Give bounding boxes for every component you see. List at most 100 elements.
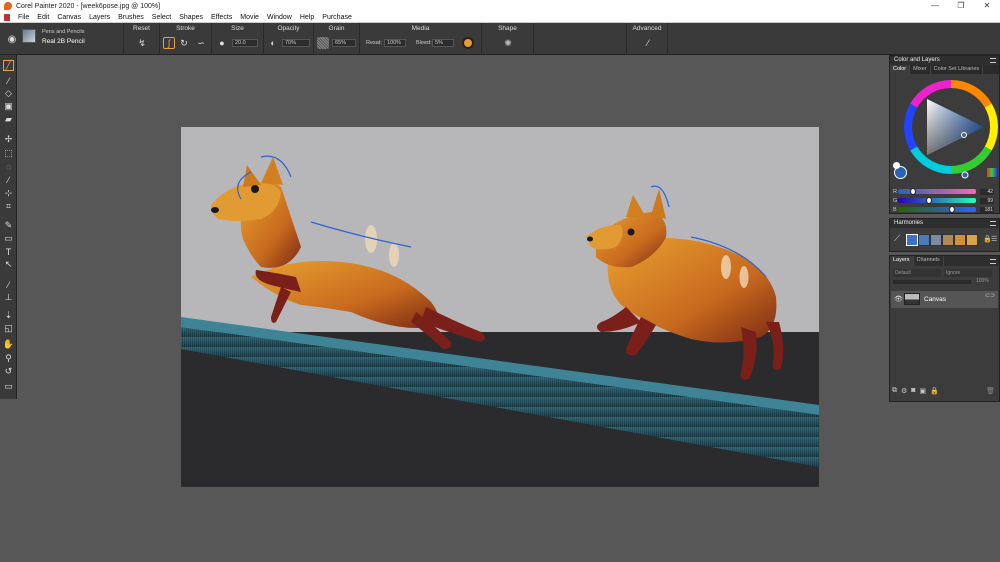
crop-tool-icon[interactable]: ⌗	[3, 201, 14, 212]
green-slider-row: G 99	[893, 197, 997, 204]
screen-mode-icon[interactable]: ▭	[3, 381, 14, 392]
menu-select[interactable]: Select	[148, 12, 175, 23]
document-icon[interactable]	[4, 13, 10, 21]
menu-effects[interactable]: Effects	[207, 12, 236, 23]
freehand-stroke-icon[interactable]: ʃ	[163, 37, 175, 49]
layer-adjuster-tool-icon[interactable]: ✢	[3, 134, 14, 145]
dab-shape-icon[interactable]: ✺	[502, 37, 514, 49]
blue-value[interactable]: 181	[980, 206, 994, 213]
layer-link-icon[interactable]: ⊂⊃	[985, 292, 995, 299]
dryout-icon[interactable]	[462, 37, 474, 49]
green-slider[interactable]	[898, 197, 976, 204]
minimize-button[interactable]: —	[922, 0, 948, 12]
red-value[interactable]: 42	[980, 188, 994, 195]
canvas-image	[181, 127, 819, 487]
layers-menu-icon[interactable]	[990, 259, 996, 264]
layer-row-canvas[interactable]: 👁 Canvas ⊂⊃	[891, 291, 998, 308]
brush-tool-icon[interactable]: ╱	[3, 60, 14, 71]
harmony-options-icon[interactable]: ☰	[991, 235, 997, 243]
grabber-tool-icon[interactable]: ✋	[3, 339, 14, 350]
rectangular-selection-tool-icon[interactable]: ⬚	[3, 148, 14, 159]
magic-wand-tool-icon[interactable]: ⁄	[3, 174, 14, 185]
menu-purchase[interactable]: Purchase	[318, 12, 356, 23]
red-slider-knob[interactable]	[909, 188, 916, 195]
color-set-icon[interactable]	[987, 168, 997, 177]
lasso-tool-icon[interactable]: ◌	[3, 161, 14, 172]
pen-tool-icon[interactable]: ✎	[3, 220, 14, 231]
divine-proportion-tool-icon[interactable]: ◱	[3, 323, 14, 334]
green-value[interactable]: 99	[980, 197, 994, 204]
close-button[interactable]: ✕	[974, 0, 1000, 12]
grain-field[interactable]: 65%	[332, 39, 356, 47]
lock-layer-icon[interactable]: 🔒	[930, 387, 939, 395]
harmony-swatch[interactable]	[966, 234, 978, 246]
transform-tool-icon[interactable]: ⊹	[3, 188, 14, 199]
tab-layers[interactable]: Layers	[890, 256, 914, 266]
harmony-swatch[interactable]	[954, 234, 966, 246]
opacity-field[interactable]: 70%	[282, 39, 310, 47]
menu-edit[interactable]: Edit	[33, 12, 53, 23]
blue-slider-knob[interactable]	[949, 206, 956, 213]
text-tool-icon[interactable]: T	[3, 246, 14, 257]
blender-tool-icon[interactable]: ▰	[3, 114, 14, 125]
layer-opacity-slider[interactable]	[893, 280, 971, 284]
menu-canvas[interactable]: Canvas	[53, 12, 85, 23]
harmony-rule-icon[interactable]: ⟋	[894, 233, 900, 244]
harmony-swatch[interactable]	[906, 234, 918, 246]
layer-visibility-eye-icon[interactable]: 👁	[894, 295, 903, 303]
harmonies-menu-icon[interactable]	[990, 221, 996, 226]
paper-grain-icon[interactable]	[317, 37, 329, 49]
menu-shapes[interactable]: Shapes	[175, 12, 207, 23]
blue-slider[interactable]	[898, 206, 976, 213]
menu-layers[interactable]: Layers	[85, 12, 114, 23]
paint-bucket-tool-icon[interactable]: ▣	[3, 101, 14, 112]
dynamic-plugins-icon[interactable]: ⚙	[901, 387, 907, 395]
rectangle-shape-tool-icon[interactable]: ▭	[3, 233, 14, 244]
menu-movie[interactable]: Movie	[236, 12, 263, 23]
composite-method-select[interactable]: Default	[893, 269, 941, 277]
brush-selector[interactable]: ◉ Pens and Pencils Real 2B Pencil	[0, 23, 124, 55]
rubber-stamp-tool-icon[interactable]: ⊥	[3, 292, 14, 303]
additional-color-swatch[interactable]	[893, 162, 900, 169]
layer-stack-icon[interactable]: ⧉	[892, 387, 897, 395]
tab-channels[interactable]: Channels	[914, 256, 944, 266]
tab-mixer[interactable]: Mixer	[910, 65, 931, 74]
restore-button[interactable]: ❐	[948, 0, 974, 12]
magnifier-tool-icon[interactable]: ⚲	[3, 353, 14, 364]
tab-color[interactable]: Color	[890, 65, 911, 74]
composite-depth-select[interactable]: Ignore	[944, 269, 992, 277]
resat-field[interactable]: 100%	[384, 39, 406, 47]
cloner-tool-icon[interactable]: ⁄	[3, 279, 14, 290]
harmony-swatch[interactable]	[930, 234, 942, 246]
menu-help[interactable]: Help	[296, 12, 318, 23]
stroke-type-icon[interactable]: ∽	[195, 37, 207, 49]
harmony-swatch[interactable]	[942, 234, 954, 246]
green-slider-knob[interactable]	[926, 197, 933, 204]
harmony-swatch[interactable]	[918, 234, 930, 246]
layer-thumbnail	[904, 293, 920, 305]
size-field[interactable]: 20.0	[232, 39, 258, 47]
document-canvas[interactable]	[181, 127, 819, 487]
advanced-brush-icon[interactable]: ⁄	[642, 37, 654, 49]
delete-layer-icon[interactable]: 🗑	[986, 387, 995, 395]
red-slider[interactable]	[898, 188, 976, 195]
tab-color-set-libraries[interactable]: Color Set Libraries	[931, 65, 984, 74]
menu-brushes[interactable]: Brushes	[114, 12, 148, 23]
reset-brush-icon[interactable]: ↯	[136, 37, 148, 49]
shape-selection-tool-icon[interactable]: ↖	[3, 259, 14, 270]
bleed-field[interactable]: 5%	[432, 39, 454, 47]
panel-menu-icon[interactable]	[990, 58, 996, 63]
brush-library-icon[interactable]: ◉	[6, 33, 18, 45]
eraser-tool-icon[interactable]: ◇	[3, 88, 14, 99]
rotate-page-tool-icon[interactable]: ↺	[3, 366, 14, 377]
dropper-tool-icon[interactable]: ⁄	[3, 75, 14, 86]
new-layer-icon[interactable]: ▣	[920, 387, 927, 395]
menu-file[interactable]: File	[14, 12, 33, 23]
menu-window[interactable]: Window	[263, 12, 296, 23]
layer-mask-icon[interactable]: ◙	[911, 387, 915, 395]
stroke-path-icon[interactable]: ↻	[178, 37, 190, 49]
color-wheel[interactable]	[894, 77, 998, 181]
bleed-label: Bleed:	[416, 40, 432, 46]
mirror-tool-icon[interactable]: ⇣	[3, 310, 14, 321]
layer-opacity-value[interactable]: 100%	[976, 278, 989, 284]
